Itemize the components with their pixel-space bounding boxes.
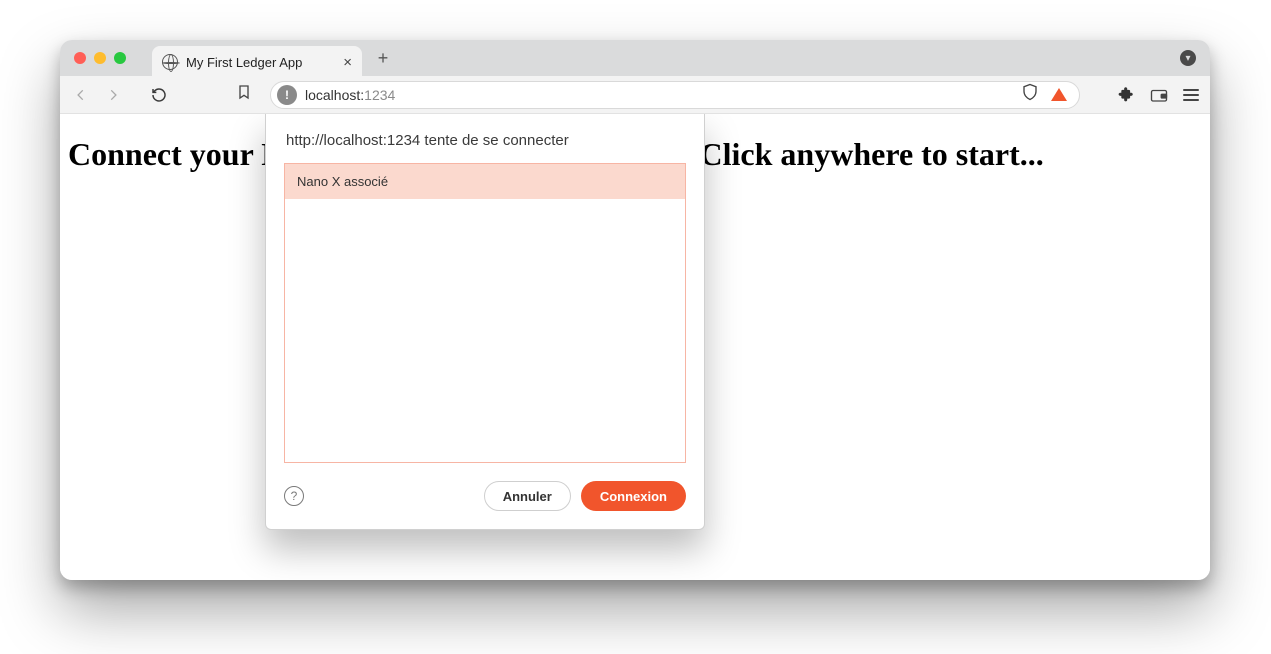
close-window-button[interactable]: [74, 52, 86, 64]
bookmark-icon[interactable]: [236, 83, 252, 106]
browser-window: My First Ledger App × + ▾ ! localhost:12…: [60, 40, 1210, 580]
extensions-icon[interactable]: [1118, 86, 1136, 104]
cancel-button[interactable]: Annuler: [484, 481, 571, 511]
minimize-window-button[interactable]: [94, 52, 106, 64]
reload-button[interactable]: [148, 84, 170, 106]
dialog-title: http://localhost:1234 tente de se connec…: [286, 132, 684, 149]
forward-button[interactable]: [102, 84, 124, 106]
close-tab-icon[interactable]: ×: [343, 54, 352, 71]
tab-title: My First Ledger App: [186, 55, 335, 70]
globe-icon: [162, 54, 178, 70]
address-text: localhost:1234: [305, 87, 395, 103]
shield-icon[interactable]: [1021, 83, 1039, 106]
brave-rewards-icon[interactable]: [1051, 88, 1067, 101]
browser-toolbar: ! localhost:1234: [60, 76, 1210, 114]
device-chooser-dialog: http://localhost:1234 tente de se connec…: [265, 114, 705, 530]
menu-icon[interactable]: [1182, 86, 1200, 104]
device-list[interactable]: Nano X associé: [284, 163, 686, 463]
not-secure-icon[interactable]: !: [277, 85, 297, 105]
maximize-window-button[interactable]: [114, 52, 126, 64]
dialog-footer: ? Annuler Connexion: [284, 481, 686, 511]
connect-button[interactable]: Connexion: [581, 481, 686, 511]
toolbar-actions: [1118, 86, 1200, 104]
wallet-icon[interactable]: [1150, 86, 1168, 104]
tab-strip: My First Ledger App × + ▾: [60, 40, 1210, 76]
window-controls: [60, 52, 140, 64]
browser-tab[interactable]: My First Ledger App ×: [152, 46, 362, 78]
page-content[interactable]: Connect your Nano and open the Bitcoin a…: [60, 114, 1210, 580]
back-button[interactable]: [70, 84, 92, 106]
address-bar[interactable]: ! localhost:1234: [270, 81, 1080, 109]
new-tab-button[interactable]: +: [370, 45, 396, 71]
device-item[interactable]: Nano X associé: [285, 164, 685, 199]
tabs-overflow-button[interactable]: ▾: [1180, 50, 1196, 66]
help-icon[interactable]: ?: [284, 486, 304, 506]
